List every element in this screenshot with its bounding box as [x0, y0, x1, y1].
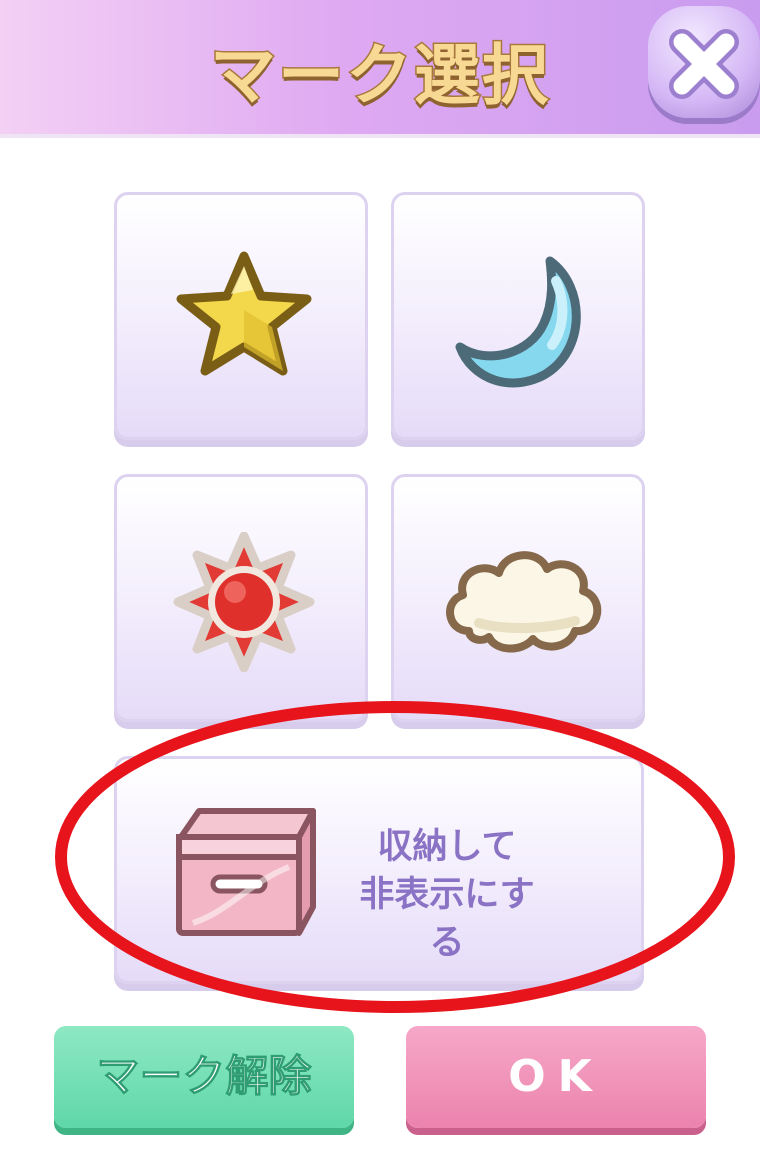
storage-box-icon — [176, 808, 316, 936]
star-icon — [176, 251, 312, 376]
sun-icon — [173, 532, 315, 672]
storage-hide-option[interactable]: 収納して 非表示にする — [114, 756, 644, 984]
moon-icon — [455, 256, 581, 388]
ok-button[interactable]: OK — [406, 1026, 706, 1128]
mark-option-cloud[interactable] — [391, 474, 645, 722]
close-icon — [669, 29, 739, 99]
dialog-header: マーク選択 — [0, 0, 760, 138]
close-button[interactable] — [648, 6, 760, 118]
mark-option-sun[interactable] — [114, 474, 368, 722]
storage-label-line2: 非表示にする — [359, 875, 535, 963]
mark-option-star[interactable] — [114, 192, 368, 440]
mark-option-moon[interactable] — [391, 192, 645, 440]
storage-label-line1: 収納して — [377, 827, 517, 867]
dialog-title: マーク選択 — [209, 36, 550, 116]
unmark-button[interactable]: マーク解除 — [54, 1026, 354, 1128]
cloud-icon — [446, 551, 602, 653]
storage-option-label: 収納して 非表示にする — [347, 823, 547, 967]
